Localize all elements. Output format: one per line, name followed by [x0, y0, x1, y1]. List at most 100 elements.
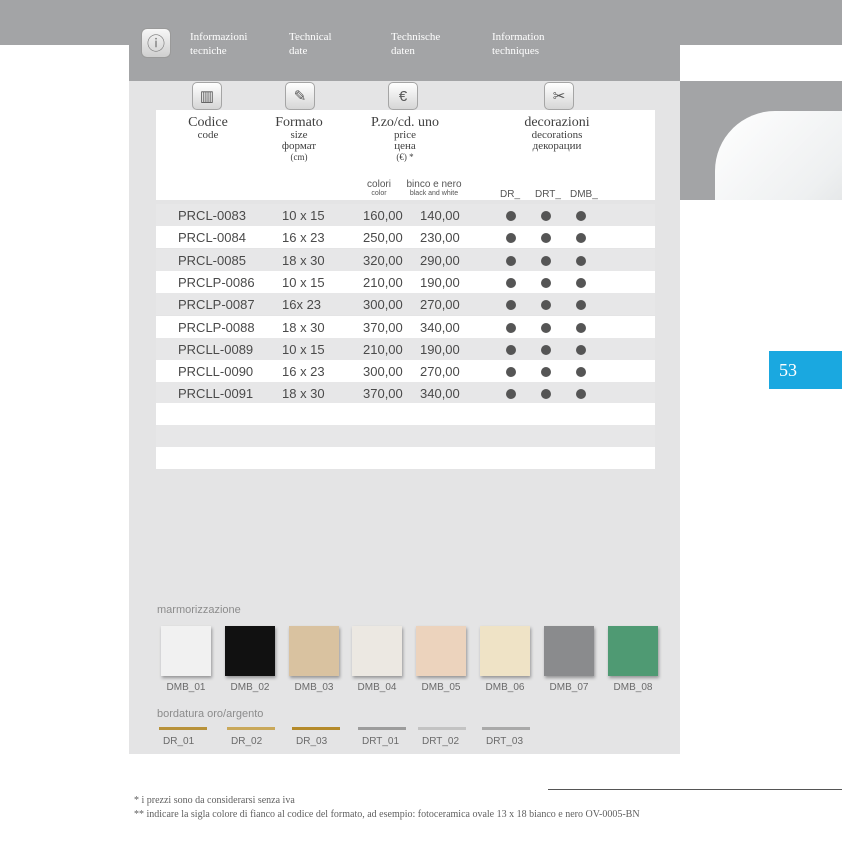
marble-swatch [608, 626, 658, 676]
row-code: PRCLP-0088 [178, 319, 255, 335]
subheader-bw: binco e nero black and white [406, 179, 462, 197]
row-price-color: 210,00 [363, 274, 403, 290]
marble-swatch [544, 626, 594, 676]
marble-swatch-label: DMB_07 [549, 682, 589, 693]
drt-available-dot [541, 255, 551, 266]
row-size: 18 x 30 [282, 319, 325, 335]
empty-row [156, 447, 655, 469]
dmb-available-dot [576, 367, 586, 378]
col-header-price: P.zo/cd. uno price цена (€) * [370, 115, 440, 163]
border-sample [227, 727, 275, 730]
drt-available-dot [541, 300, 551, 311]
row-size: 18 x 30 [282, 252, 325, 268]
row-price-color: 250,00 [363, 230, 403, 246]
row-code: PRCLL-0089 [178, 341, 254, 357]
row-size: 18 x 30 [282, 386, 325, 402]
row-price-bw: 140,00 [420, 208, 460, 223]
row-code: PRCLL-0090 [178, 364, 254, 380]
marble-swatch [480, 626, 530, 676]
row-price-color: 210,00 [363, 341, 403, 357]
dr-available-dot [506, 389, 516, 400]
dr-available-dot [506, 300, 516, 311]
row-price-bw: 340,00 [420, 386, 460, 402]
row-code: PRCLP-0087 [178, 297, 255, 313]
border-sample [292, 727, 340, 730]
drt-available-dot [541, 389, 551, 400]
barcode-icon: ▥ [192, 82, 222, 110]
euro-icon: € [388, 82, 418, 110]
border-sample [418, 727, 466, 730]
row-price-color: 370,00 [363, 319, 403, 335]
row-size: 16 x 23 [282, 364, 325, 380]
row-size: 16 x 23 [282, 230, 325, 246]
col-header-decorations: decorazioni decorations декорации [524, 115, 590, 152]
marble-swatch [352, 626, 402, 676]
drt-available-dot [541, 344, 551, 355]
marble-swatch-label: DMB_04 [357, 682, 397, 693]
info-icon: ⓘ [141, 28, 171, 58]
row-price-color: 300,00 [363, 297, 403, 313]
border-sample-label: DRT_03 [486, 736, 524, 747]
row-size: 16x 23 [282, 297, 322, 313]
border-sample-label: DR_03 [296, 736, 328, 747]
product-photo [715, 111, 842, 200]
border-sample [482, 727, 530, 730]
row-size: 10 x 15 [282, 208, 325, 223]
row-price-color: 300,00 [363, 364, 403, 380]
col-header-code: Codice code [188, 115, 228, 141]
marble-swatch-label: DMB_05 [421, 682, 461, 693]
table-row: PRCLP-0086 10 x 15 210,00 190,00 [156, 270, 655, 293]
dmb-available-dot [576, 344, 586, 355]
dmb-available-dot [576, 233, 586, 244]
drt-available-dot [541, 322, 551, 333]
subheader-color: colori color [367, 179, 391, 197]
table-row: PRCL-0085 18 x 30 320,00 290,00 [156, 248, 655, 271]
marble-swatch [416, 626, 466, 676]
marble-swatch-label: DMB_06 [485, 682, 525, 693]
dr-available-dot [506, 255, 516, 266]
border-sample [159, 727, 207, 730]
marble-swatch [161, 626, 211, 676]
subheader-dr: DR_ [500, 189, 521, 200]
row-price-color: 370,00 [363, 386, 403, 402]
border-sample-label: DRT_02 [422, 736, 460, 747]
tools-icon: ✂ [544, 82, 574, 110]
table-row: PRCL-0084 16 x 23 250,00 230,00 [156, 226, 655, 249]
header-label-de: Technische daten [391, 31, 441, 57]
row-price-color: 320,00 [363, 252, 403, 268]
table-row: PRCLP-0087 16x 23 300,00 270,00 [156, 293, 655, 316]
row-price-bw: 270,00 [420, 297, 460, 313]
marble-swatch-label: DMB_02 [230, 682, 270, 693]
row-code: PRCL-0084 [178, 230, 246, 246]
row-price-bw: 190,00 [420, 274, 460, 290]
border-sample-label: DR_02 [231, 736, 263, 747]
border-sample [358, 727, 406, 730]
dr-available-dot [506, 233, 516, 244]
table-row: PRCLP-0088 18 x 30 370,00 340,00 [156, 315, 655, 338]
page-number: 53 [769, 351, 842, 389]
header-label-en: Technical date [289, 31, 332, 57]
row-price-bw: 290,00 [420, 252, 460, 268]
subheader-drt: DRT_ [535, 189, 561, 200]
row-price-bw: 230,00 [420, 230, 460, 246]
dmb-available-dot [576, 389, 586, 400]
header-label-it: Informazioni tecniche [190, 31, 248, 57]
row-size: 10 x 15 [282, 341, 325, 357]
row-price-color: 160,00 [363, 208, 403, 223]
table-row: PRCL-0083 10 x 15 160,00 140,00 [156, 204, 655, 226]
row-code: PRCL-0085 [178, 252, 246, 268]
empty-row [156, 403, 655, 425]
marble-swatch [225, 626, 275, 676]
drt-available-dot [541, 211, 551, 221]
dmb-available-dot [576, 300, 586, 311]
dr-available-dot [506, 322, 516, 333]
ruler-icon: ✎ [285, 82, 315, 110]
dr-available-dot [506, 211, 516, 221]
row-price-bw: 340,00 [420, 319, 460, 335]
drt-available-dot [541, 277, 551, 288]
marble-swatch [289, 626, 339, 676]
border-sample-label: DRT_01 [362, 736, 400, 747]
marble-swatch-label: DMB_03 [294, 682, 334, 693]
dr-available-dot [506, 277, 516, 288]
row-price-bw: 270,00 [420, 364, 460, 380]
